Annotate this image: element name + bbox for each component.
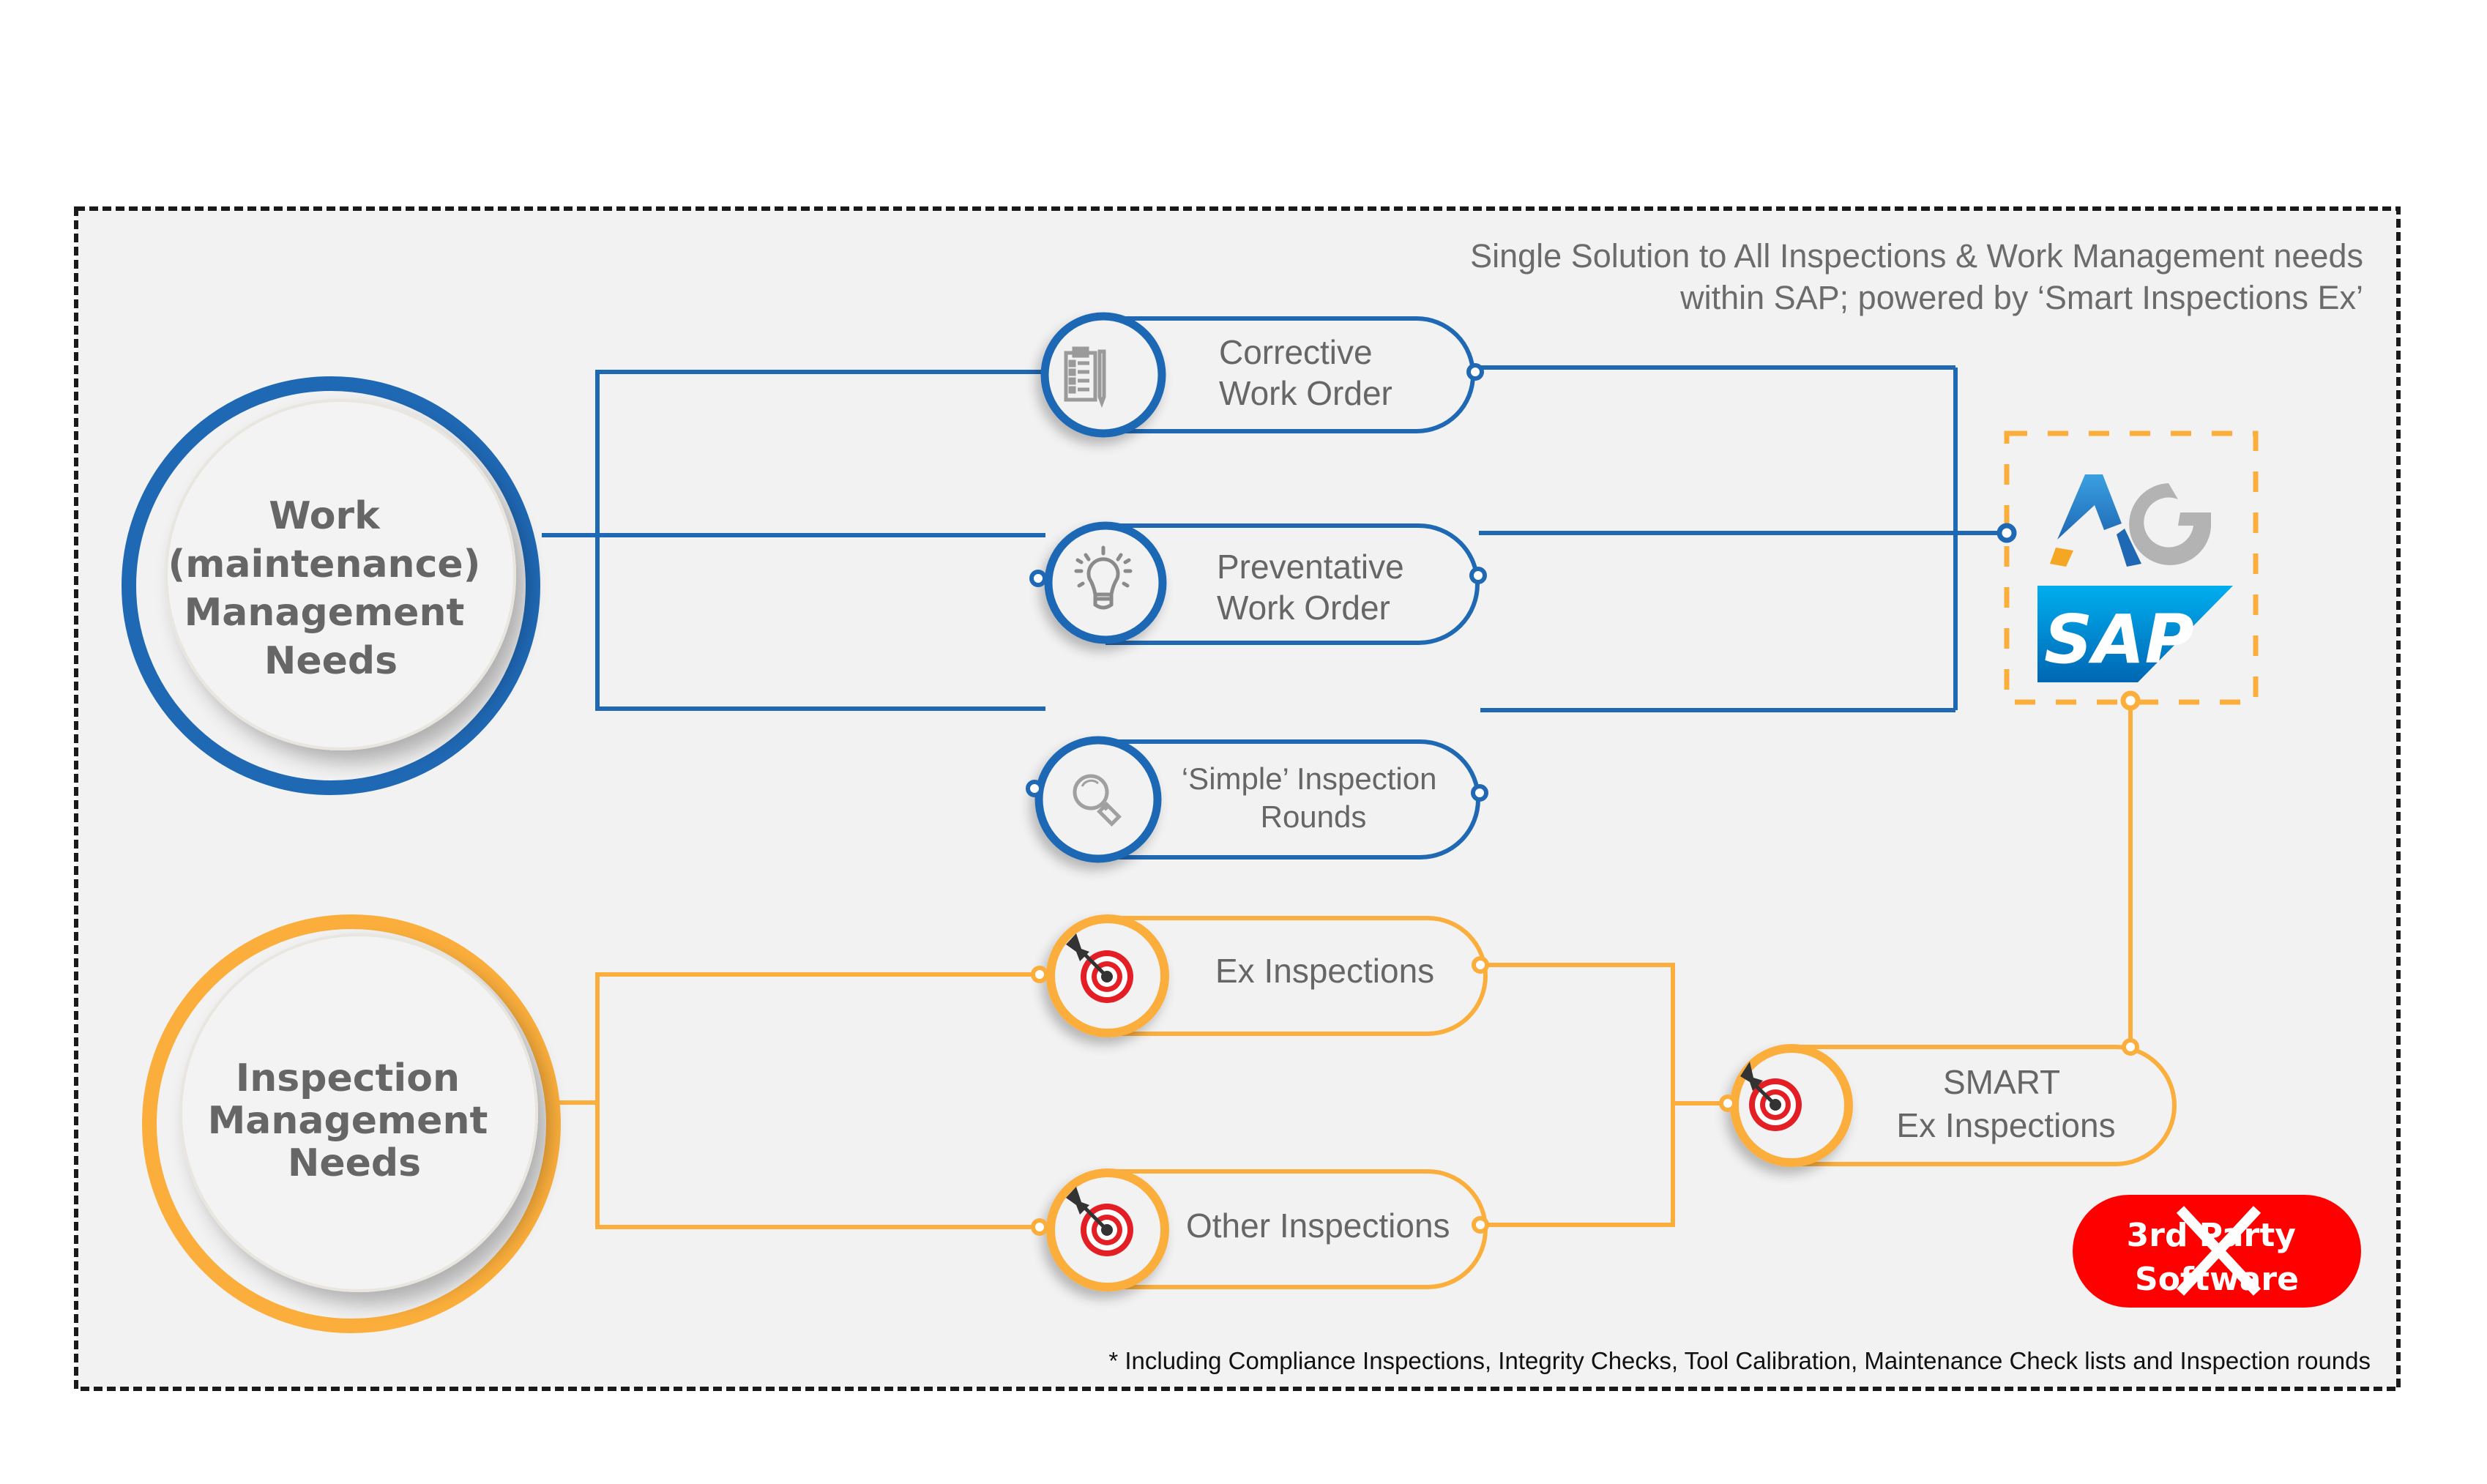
connector-dot bbox=[1031, 966, 1048, 983]
connector-dot bbox=[2120, 690, 2141, 711]
connector-dot bbox=[1996, 523, 2017, 543]
inspection-hub[interactable]: Inspection Management Needs bbox=[142, 914, 561, 1333]
connector-dot bbox=[1026, 780, 1043, 797]
connector-dot bbox=[1472, 1216, 1489, 1234]
pill-corrective-work-order[interactable]: Corrective Work Order bbox=[1040, 312, 1484, 438]
smart-ex-inspections-node[interactable]: SMART Ex Inspections bbox=[1719, 1038, 2177, 1167]
footnote: * Including Compliance Inspections, Inte… bbox=[1108, 1347, 2371, 1374]
connector-dot bbox=[2122, 1038, 2139, 1056]
pill-simple-inspection-rounds[interactable]: ‘Simple’ Inspection Rounds bbox=[1026, 736, 1488, 863]
connector-dot bbox=[1466, 363, 1484, 381]
connector-dot bbox=[1719, 1095, 1737, 1112]
pill-other-inspections[interactable]: Other Inspections bbox=[1031, 1168, 1489, 1291]
pill-ex-inspections[interactable]: Ex Inspections bbox=[1031, 914, 1489, 1037]
connector-dot bbox=[1472, 956, 1489, 974]
connector-dot bbox=[1029, 570, 1047, 587]
pill-ex-label: Ex Inspections bbox=[1215, 952, 1434, 990]
third-party-software-badge: 3rd Party Software bbox=[2073, 1195, 2361, 1308]
connector-dot bbox=[1471, 784, 1488, 802]
work-hub[interactable]: Work (maintenance) Management Needs bbox=[122, 376, 540, 795]
pill-preventative-work-order[interactable]: Preventative Work Order bbox=[1029, 521, 1487, 645]
header-line-1: Single Solution to All Inspections & Wor… bbox=[1470, 237, 2363, 275]
connector-dot bbox=[1469, 567, 1487, 584]
header-line-2: within SAP; powered by ‘Smart Inspection… bbox=[1679, 279, 2363, 316]
pill-other-label: Other Inspections bbox=[1186, 1207, 1450, 1245]
diagram-canvas: Single Solution to All Inspections & Wor… bbox=[74, 206, 2401, 1391]
sap-logo-text: SAP bbox=[2044, 600, 2194, 679]
connector-dot bbox=[1031, 1218, 1048, 1236]
